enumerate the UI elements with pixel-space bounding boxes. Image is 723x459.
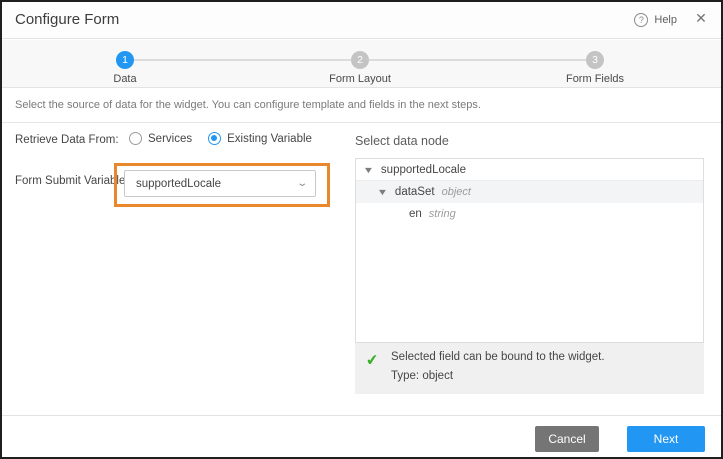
step-1-label: Data	[65, 73, 185, 85]
tree-node-type: object	[442, 186, 471, 198]
radio-services-circle[interactable]	[129, 132, 142, 145]
tree-row-dataset[interactable]: ▼ dataSet object	[356, 181, 703, 203]
page-title: Configure Form	[15, 11, 119, 28]
data-node-tree: ▼ supportedLocale ▼ dataSet object en st…	[355, 158, 704, 343]
help-icon[interactable]: ?	[634, 13, 648, 27]
next-button[interactable]: Next	[627, 426, 705, 452]
form-submit-variable-select[interactable]: supportedLocale ⌄	[124, 170, 316, 197]
validation-message: Selected field can be bound to the widge…	[391, 351, 605, 363]
radio-services[interactable]: Services	[129, 132, 192, 145]
select-data-node-heading: Select data node	[355, 134, 449, 148]
tree-row-en[interactable]: en string	[356, 203, 703, 225]
tree-node-type: string	[429, 208, 456, 220]
radio-services-label[interactable]: Services	[148, 133, 192, 145]
radio-existing-variable-circle[interactable]	[208, 132, 221, 145]
check-icon: ✔	[365, 350, 379, 369]
step-3-circle[interactable]: 3	[586, 51, 604, 69]
radio-existing-variable-label[interactable]: Existing Variable	[227, 133, 312, 145]
tree-row-supportedlocale[interactable]: ▼ supportedLocale	[356, 159, 703, 181]
configure-form-dialog: Configure Form ? Help ✕ 1 2 3 Data Form …	[0, 0, 723, 459]
chevron-down-icon[interactable]: ⌄	[296, 178, 308, 189]
description-bar: Select the source of data for the widget…	[2, 89, 721, 123]
retrieve-data-from-label: Retrieve Data From:	[15, 134, 119, 146]
cancel-button[interactable]: Cancel	[535, 426, 599, 452]
validation-type-line: Type: object	[391, 370, 453, 382]
step-2-circle[interactable]: 2	[351, 51, 369, 69]
stepper-connector-1	[134, 59, 351, 61]
expand-arrow-icon[interactable]: ▼	[377, 187, 389, 197]
footer-divider	[2, 415, 721, 416]
radio-existing-variable[interactable]: Existing Variable	[208, 132, 312, 145]
close-icon[interactable]: ✕	[693, 10, 709, 26]
tree-node-label[interactable]: en	[409, 208, 422, 220]
dialog-header: Configure Form ? Help ✕	[2, 2, 721, 39]
step-3-label: Form Fields	[535, 73, 655, 85]
stepper-connector-2	[369, 59, 586, 61]
expand-arrow-icon[interactable]: ▼	[363, 165, 375, 175]
retrieve-data-radio-group: Services Existing Variable	[129, 132, 312, 145]
tree-node-label[interactable]: dataSet	[395, 186, 435, 198]
validation-message-box: ✔ Selected field can be bound to the wid…	[355, 343, 704, 394]
form-submit-variable-value[interactable]: supportedLocale	[136, 178, 298, 190]
form-submit-variable-label: Form Submit Variable:	[15, 175, 129, 187]
description-text: Select the source of data for the widget…	[15, 99, 481, 111]
help-button[interactable]: ? Help	[634, 10, 677, 30]
step-2-label: Form Layout	[300, 73, 420, 85]
help-label[interactable]: Help	[654, 14, 677, 26]
wizard-stepper: 1 2 3 Data Form Layout Form Fields	[2, 40, 721, 88]
step-1-circle[interactable]: 1	[116, 51, 134, 69]
tree-node-label[interactable]: supportedLocale	[381, 164, 466, 176]
